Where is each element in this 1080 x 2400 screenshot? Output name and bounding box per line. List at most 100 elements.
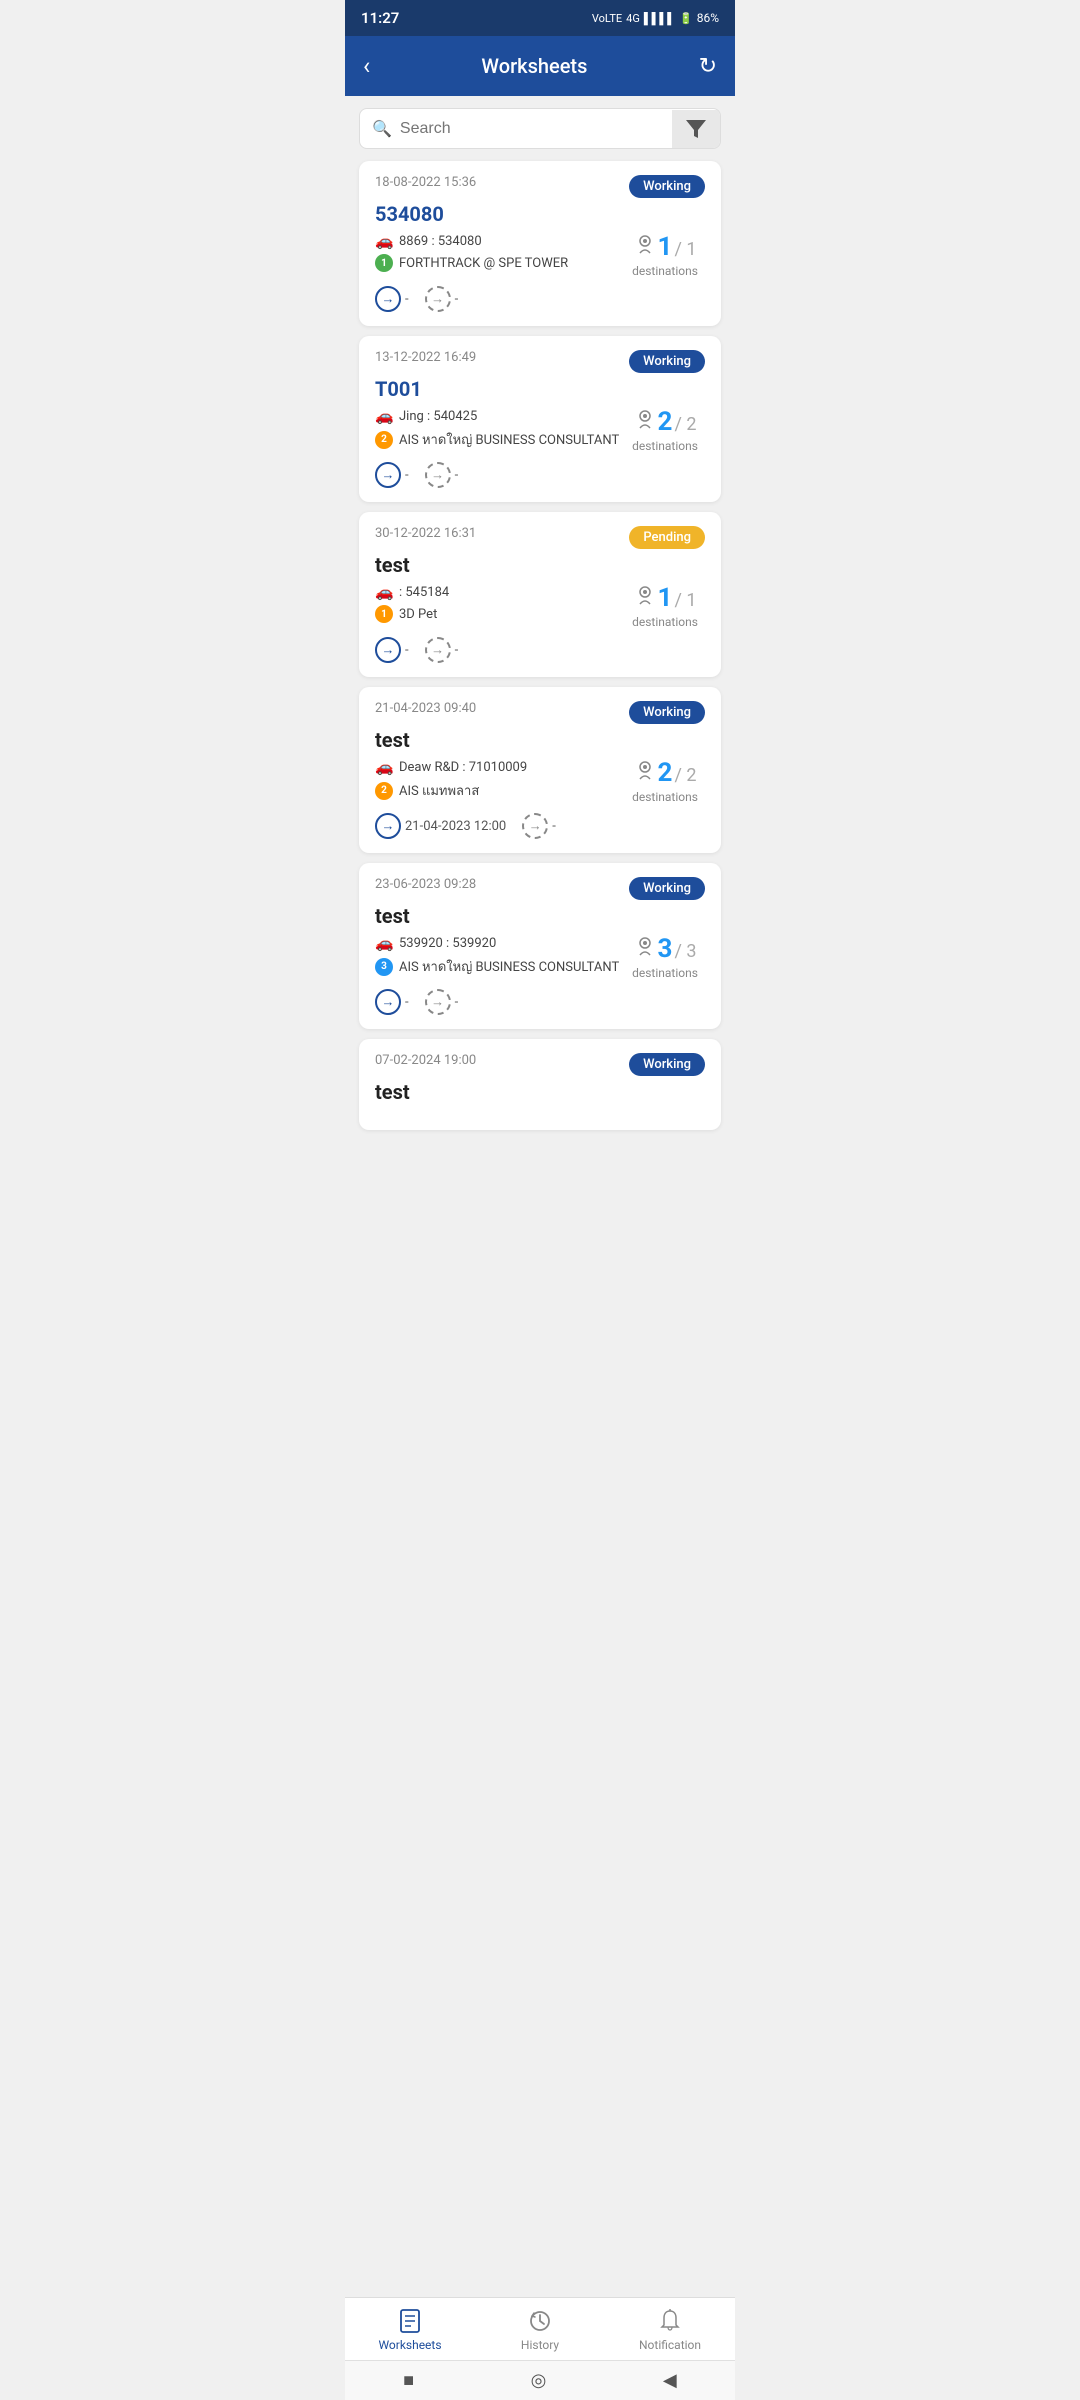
- destination-icon-3: [634, 584, 656, 606]
- card-5-date: 23-06-2023 09:28: [375, 877, 476, 892]
- card-2-dest-current: 2: [658, 407, 673, 437]
- card-1-badge: Working: [629, 175, 705, 198]
- card-3-location: 3D Pet: [399, 607, 437, 622]
- card-2-vehicle: Jing : 540425: [399, 409, 477, 424]
- location-num-5: 3: [375, 958, 393, 976]
- destination-icon-4: [634, 759, 656, 781]
- filter-icon: [686, 120, 706, 138]
- card-2-dest-total: / 2: [674, 414, 696, 435]
- card-5-badge: Working: [629, 877, 705, 900]
- card-2-badge: Working: [629, 350, 705, 373]
- notification-nav-label: Notification: [639, 2338, 701, 2352]
- destination-icon-2: [634, 408, 656, 430]
- search-input-wrapper: 🔍: [360, 109, 672, 148]
- destination-icon-5: [634, 935, 656, 957]
- worksheet-card-2[interactable]: 13-12-2022 16:49 Working T001 🚗 Jing : 5…: [359, 336, 721, 502]
- card-4-vehicle: Deaw R&D : 71010009: [399, 760, 527, 775]
- card-5-location: AIS หาดใหญ่ BUSINESS CONSULTANT: [399, 956, 619, 977]
- cards-container: 18-08-2022 15:36 Working 534080 🚗 8869 :…: [345, 161, 735, 1220]
- card-3-footer-right: → -: [425, 637, 459, 663]
- notification-nav-icon: [657, 2308, 683, 2334]
- card-1-dest-label: destinations: [632, 264, 698, 278]
- arrow-icon-left-5: →: [375, 989, 401, 1015]
- refresh-button[interactable]: ↻: [699, 54, 717, 79]
- location-num-2: 2: [375, 431, 393, 449]
- card-1-dest-total: / 1: [674, 239, 696, 260]
- nav-worksheets[interactable]: Worksheets: [370, 2308, 450, 2352]
- location-num-4: 2: [375, 782, 393, 800]
- search-bar: 🔍: [359, 108, 721, 149]
- card-3-dest-total: / 1: [674, 590, 696, 611]
- arrow-icon-left-1: →: [375, 286, 401, 312]
- card-1-date: 18-08-2022 15:36: [375, 175, 476, 190]
- signal-icon: 4G: [626, 12, 640, 25]
- history-nav-label: History: [521, 2338, 559, 2352]
- card-5-footer-left: → -: [375, 989, 409, 1015]
- card-3-badge: Pending: [629, 526, 705, 549]
- card-3-dest-label: destinations: [632, 615, 698, 629]
- card-1-destinations: 1 / 1 destinations: [625, 232, 705, 278]
- card-2-destinations: 2 / 2 destinations: [625, 407, 705, 453]
- card-4-destinations: 2 / 2 destinations: [625, 758, 705, 804]
- android-back-button[interactable]: ◀: [663, 2370, 677, 2391]
- card-6-date: 07-02-2024 19:00: [375, 1053, 476, 1068]
- card-1-footer-right: → -: [425, 286, 459, 312]
- battery-text: 86%: [697, 11, 719, 25]
- card-4-date: 21-04-2023 09:40: [375, 701, 476, 716]
- card-6-id: test: [375, 1080, 705, 1104]
- card-5-dest-total: / 3: [674, 941, 696, 962]
- card-6-badge: Working: [629, 1053, 705, 1076]
- card-1-location: FORTHTRACK @ SPE TOWER: [399, 256, 568, 271]
- search-input[interactable]: [400, 120, 660, 138]
- card-4-location: AIS แมทพลาส: [399, 780, 479, 801]
- card-4-dest-current: 2: [658, 758, 673, 788]
- network-icon: VoLTE: [592, 12, 622, 25]
- card-2-date: 13-12-2022 16:49: [375, 350, 476, 365]
- worksheet-card-1[interactable]: 18-08-2022 15:36 Working 534080 🚗 8869 :…: [359, 161, 721, 326]
- worksheets-nav-icon: [397, 2308, 423, 2334]
- worksheet-card-4[interactable]: 21-04-2023 09:40 Working test 🚗 Deaw R&D…: [359, 687, 721, 853]
- card-5-vehicle: 539920 : 539920: [399, 936, 496, 951]
- wifi-icon: ▌▌▌▌: [644, 12, 675, 25]
- worksheet-card-6[interactable]: 07-02-2024 19:00 Working test: [359, 1039, 721, 1130]
- arrow-icon-right-5: →: [425, 989, 451, 1015]
- android-square-button[interactable]: ■: [403, 2370, 414, 2391]
- location-num-3: 1: [375, 605, 393, 623]
- worksheet-card-5[interactable]: 23-06-2023 09:28 Working test 🚗 539920 :…: [359, 863, 721, 1029]
- card-3-date: 30-12-2022 16:31: [375, 526, 476, 541]
- arrow-icon-right-3: →: [425, 637, 451, 663]
- card-2-dest-label: destinations: [632, 439, 698, 453]
- card-3-id: test: [375, 553, 705, 577]
- car-icon-4: 🚗: [375, 758, 393, 776]
- status-icons: VoLTE 4G ▌▌▌▌ 🔋 86%: [592, 11, 719, 25]
- arrow-icon-right-4: →: [522, 813, 548, 839]
- android-home-button[interactable]: ◎: [531, 2370, 547, 2391]
- card-5-destinations: 3 / 3 destinations: [625, 934, 705, 980]
- location-num-1: 1: [375, 254, 393, 272]
- arrow-icon-right-1: →: [425, 286, 451, 312]
- card-2-id: T001: [375, 377, 705, 401]
- nav-history[interactable]: History: [500, 2308, 580, 2352]
- card-1-id: 534080: [375, 202, 705, 226]
- car-icon-5: 🚗: [375, 934, 393, 952]
- status-bar: 11:27 VoLTE 4G ▌▌▌▌ 🔋 86%: [345, 0, 735, 36]
- home-bar: ■ ◎ ◀: [345, 2360, 735, 2400]
- page-title: Worksheets: [481, 54, 587, 78]
- card-3-footer-left: → -: [375, 637, 409, 663]
- top-nav: ‹ Worksheets ↻: [345, 36, 735, 96]
- card-5-footer-right: → -: [425, 989, 459, 1015]
- card-3-destinations: 1 / 1 destinations: [625, 583, 705, 629]
- card-5-id: test: [375, 904, 705, 928]
- destination-icon-1: [634, 233, 656, 255]
- card-3-vehicle: : 545184: [399, 585, 449, 600]
- arrow-icon-left-4: →: [375, 813, 401, 839]
- card-2-footer-left: → -: [375, 462, 409, 488]
- car-icon-2: 🚗: [375, 407, 393, 425]
- back-button[interactable]: ‹: [363, 52, 370, 80]
- card-1-dest-current: 1: [658, 232, 673, 262]
- history-nav-icon: [527, 2308, 553, 2334]
- car-icon-3: 🚗: [375, 583, 393, 601]
- worksheet-card-3[interactable]: 30-12-2022 16:31 Pending test 🚗 : 545184…: [359, 512, 721, 677]
- filter-button[interactable]: [672, 110, 720, 148]
- nav-notification[interactable]: Notification: [630, 2308, 710, 2352]
